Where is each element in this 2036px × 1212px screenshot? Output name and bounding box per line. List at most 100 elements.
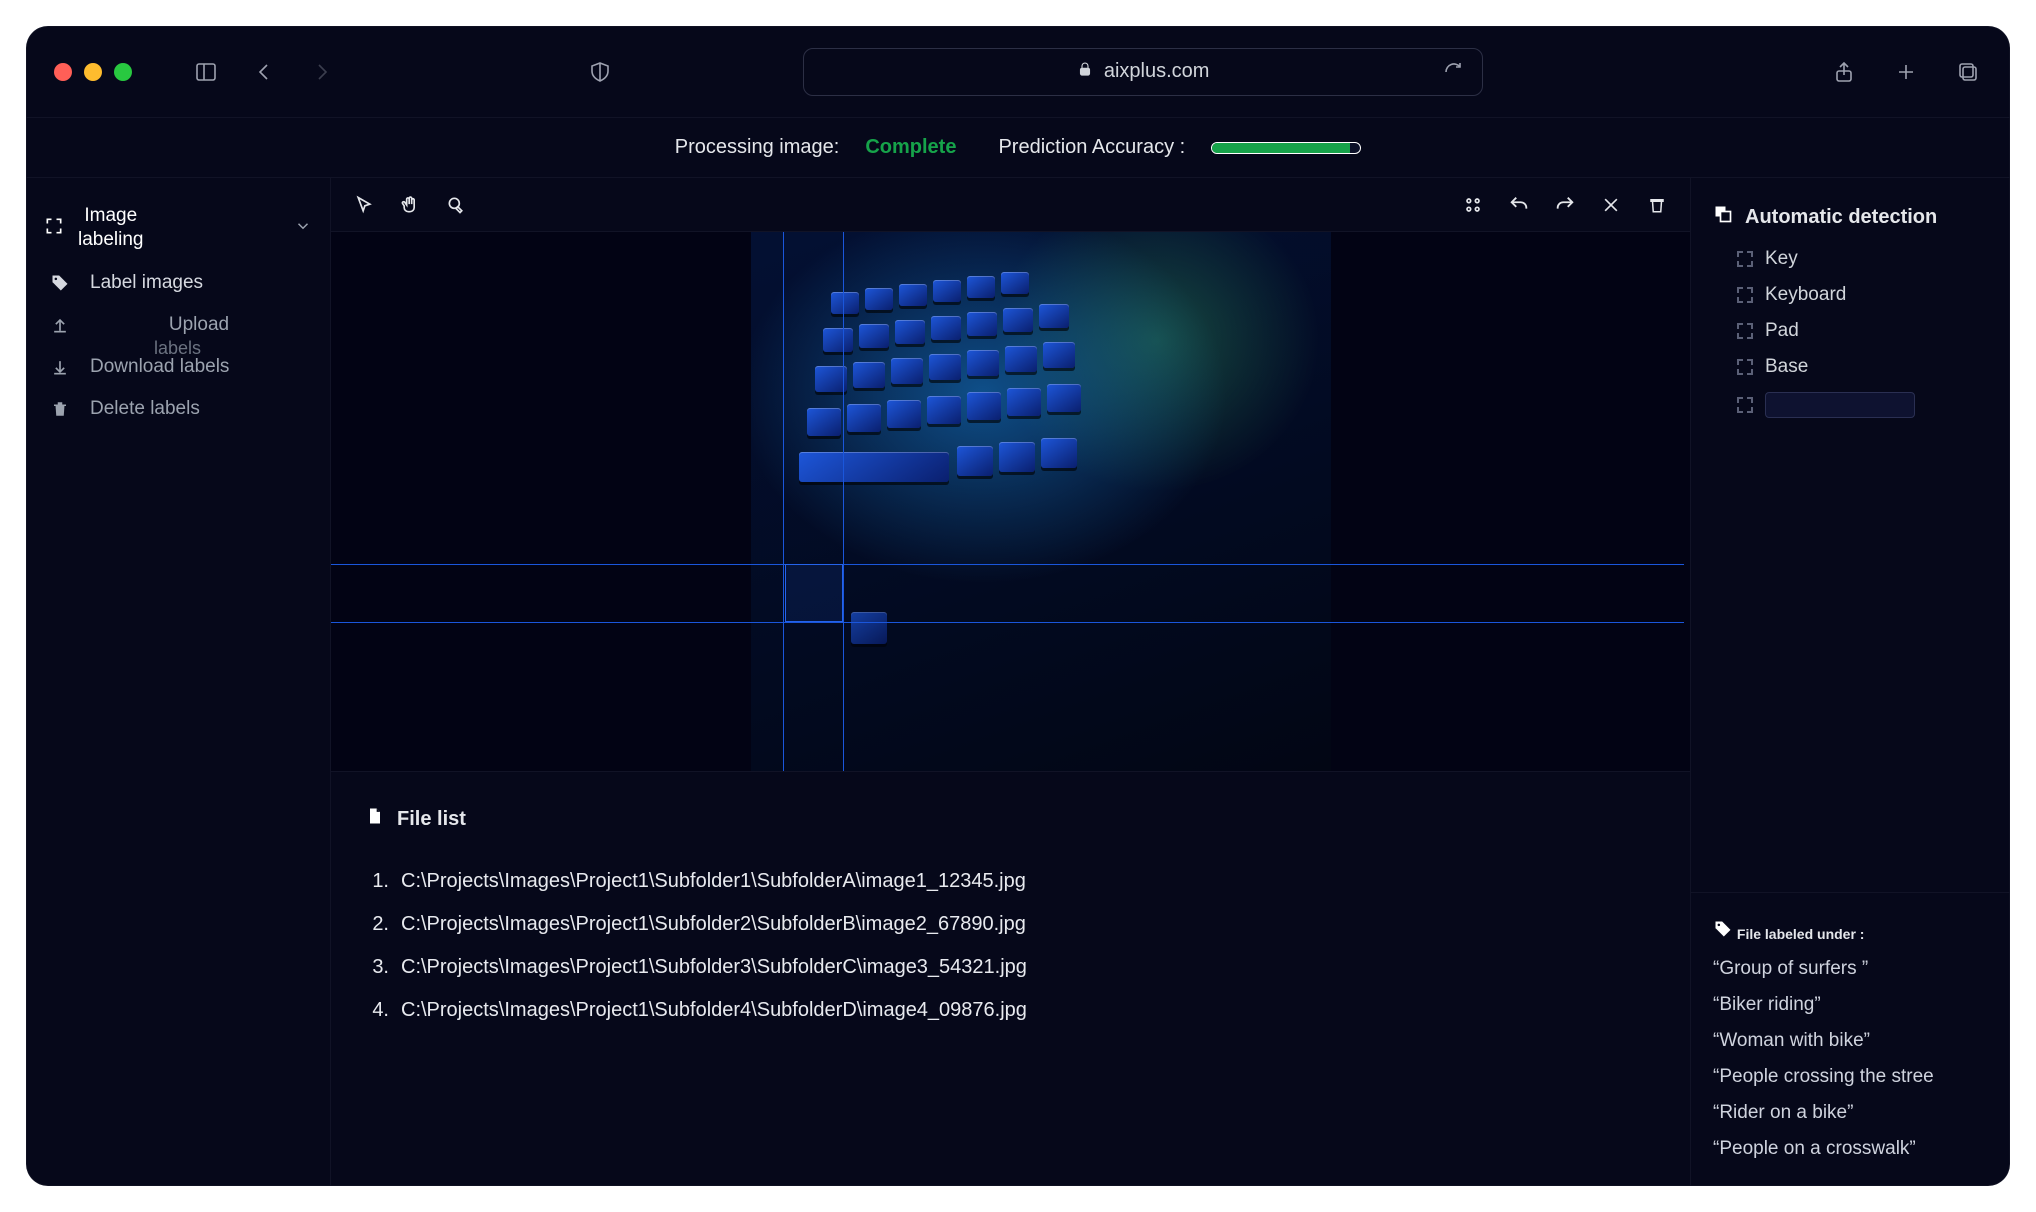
share-icon[interactable] [1830,58,1858,86]
processing-label: Processing image: [675,136,840,159]
download-icon [48,357,72,377]
sidebar-item-label: Upload [90,314,308,336]
file-index: 3. [365,956,389,979]
redo-button[interactable] [1552,192,1578,218]
undo-button[interactable] [1506,192,1532,218]
file-list-title: File list [397,808,466,831]
selection-box[interactable] [785,564,843,622]
accuracy-progressbar [1211,142,1361,154]
sidebar-toggle-icon[interactable] [192,58,220,86]
file-label-tag[interactable]: “Biker riding” [1713,994,1988,1016]
bbox-icon [1737,323,1753,339]
sidebar-item-sublabel: labels [154,338,201,359]
zoom-tool-button[interactable] [443,192,469,218]
cursor-tool-button[interactable] [351,192,377,218]
hand-tool-button[interactable] [397,192,423,218]
file-list-panel: File list 1. C:\Projects\Images\Project1\… [331,772,1690,1066]
bbox-icon [1737,359,1753,375]
right-sidebar: Automatic detection Key Keyboard Pad Base F… [1690,178,2010,1186]
file-index: 4. [365,999,389,1022]
crosshair-hline-bottom [331,622,1684,623]
file-labels-panel: File labeled under : “Group of surfers ”… [1691,893,2010,1186]
minimize-window-button[interactable] [84,63,102,81]
image-canvas[interactable] [331,232,1690,772]
file-list-item[interactable]: 2. C:\Projects\Images\Project1\Subfolder2… [365,903,1656,946]
detection-label-row[interactable]: Base [1737,356,1988,378]
sidebar-item-label-images[interactable]: Label images [44,262,312,304]
nav-back-button[interactable] [250,58,278,86]
image-preview [751,232,1331,772]
status-bar: Processing image: Complete Prediction Ac… [26,118,2010,178]
fullscreen-icon [44,216,64,239]
tabs-overview-icon[interactable] [1954,58,1982,86]
address-text: aixplus.com [1104,60,1210,83]
file-index: 2. [365,913,389,936]
nav-forward-button[interactable] [308,58,336,86]
center-pane: File list 1. C:\Projects\Images\Project1\… [331,178,1690,1186]
canvas-toolbar [331,178,1690,232]
crosshair-hline-top [331,564,1684,565]
sidebar-item-label: Download labels [90,356,229,378]
detection-title: Automatic detection [1745,206,1937,229]
file-path: C:\Projects\Images\Project1\Subfolder4\S… [401,999,1027,1022]
detection-label-row[interactable]: Key [1737,248,1988,270]
bbox-icon [1737,251,1753,267]
layers-icon [1713,204,1733,230]
file-list-item[interactable]: 1. C:\Projects\Images\Project1\Subfolder1… [365,860,1656,903]
clear-button[interactable] [1598,192,1624,218]
file-list-item[interactable]: 4. C:\Projects\Images\Project1\Subfolder4… [365,989,1656,1032]
tag-icon [48,273,72,293]
address-bar[interactable]: aixplus.com [803,48,1483,96]
file-index: 1. [365,870,389,893]
detection-label-text: Base [1765,356,1808,378]
sidebar-item-delete-labels[interactable]: Delete labels [44,388,312,430]
chevron-down-icon [294,217,312,238]
browser-chrome: aixplus.com [26,26,2010,118]
file-list-item[interactable]: 3. C:\Projects\Images\Project1\Subfolder3… [365,946,1656,989]
sidebar-item-label: Label images [90,272,203,294]
file-label-tag[interactable]: “Group of surfers ” [1713,958,1988,980]
detection-label-row[interactable]: Pad [1737,320,1988,342]
sidebar-title: Image labeling [78,204,144,252]
file-label-tag[interactable]: “Rider on a bike” [1713,1102,1988,1124]
crosshair-vline-right [843,232,844,771]
maximize-window-button[interactable] [114,63,132,81]
new-tab-icon[interactable] [1892,58,1920,86]
upload-icon [48,315,72,335]
close-window-button[interactable] [54,63,72,81]
left-sidebar: Image labeling Label images Upload [26,178,331,1186]
file-path: C:\Projects\Images\Project1\Subfolder2\S… [401,913,1026,936]
file-label-tag[interactable]: “Woman with bike” [1713,1030,1988,1052]
detection-new-label-input[interactable] [1765,392,1915,418]
sidebar-section-image-labeling[interactable]: Image labeling [44,204,312,252]
file-labels-title: File labeled under : [1737,926,1865,942]
tag-icon [1713,926,1737,942]
file-path: C:\Projects\Images\Project1\Subfolder3\S… [401,956,1027,979]
crosshair-vline-left [783,232,784,771]
sidebar-item-download-labels[interactable]: Download labels labels [44,346,312,388]
file-label-tag[interactable]: “People crossing the stree [1713,1066,1988,1088]
detection-label-row[interactable]: Keyboard [1737,284,1988,306]
shield-icon[interactable] [586,58,614,86]
delete-button[interactable] [1644,192,1670,218]
bbox-icon [1737,397,1753,413]
detection-panel: Automatic detection Key Keyboard Pad Base [1691,178,2010,444]
detection-new-label-row [1737,392,1988,418]
trash-icon [48,400,72,418]
bbox-icon [1737,287,1753,303]
lock-icon [1076,60,1094,84]
accuracy-progress-fill [1212,143,1350,153]
sidebar-item-label: Delete labels [90,398,200,420]
reload-icon[interactable] [1440,58,1468,86]
file-path: C:\Projects\Images\Project1\Subfolder1\S… [401,870,1026,893]
detection-label-text: Pad [1765,320,1799,342]
file-icon [365,806,385,832]
accuracy-label: Prediction Accuracy : [998,136,1185,159]
detection-label-text: Keyboard [1765,284,1846,306]
grid-button[interactable] [1460,192,1486,218]
browser-window: aixplus.com Processing image: Complete P… [26,26,2010,1186]
file-label-tag[interactable]: “People on a crosswalk” [1713,1138,1988,1160]
processing-value: Complete [865,136,956,159]
window-controls [54,63,132,81]
detection-label-text: Key [1765,248,1798,270]
